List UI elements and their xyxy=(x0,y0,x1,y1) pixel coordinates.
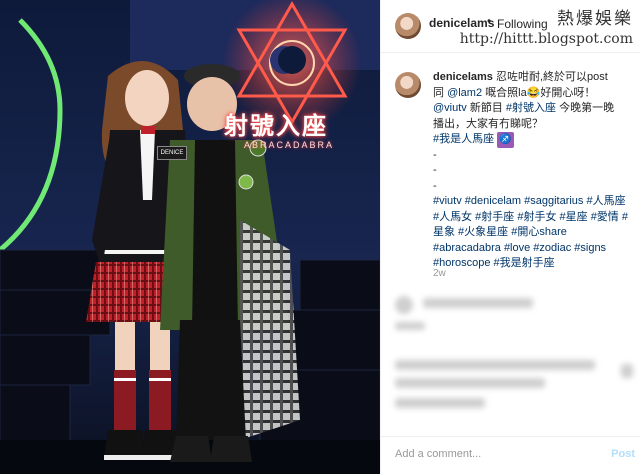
caption-dash: - xyxy=(433,179,437,192)
caption-dash: - xyxy=(433,148,437,161)
mention-viutv[interactable]: @viutv xyxy=(433,102,467,114)
watermark-title: 熱爆娛樂 xyxy=(557,9,633,29)
blurred-comment-text xyxy=(395,378,545,388)
post-photo[interactable]: 射號入座 ABRACADABRA DENICE xyxy=(0,0,380,474)
caption-line2-post: 嘅合照la😂好開心呀！ xyxy=(482,86,596,99)
post-side-panel: denicelams • Following 熱爆娛樂 http://hittt… xyxy=(380,0,640,474)
blurred-comment-icon xyxy=(621,364,633,378)
photo-scene xyxy=(0,0,380,474)
watermark-url: http://hittt.blogspot.com xyxy=(459,31,633,47)
blurred-comment-text xyxy=(423,298,533,308)
caption-line2-pre: 同 xyxy=(433,86,448,99)
post-button[interactable]: Post xyxy=(611,448,635,460)
show-subtitle-sign: ABRACADABRA xyxy=(244,140,335,150)
mention-lam2[interactable]: @lam2 xyxy=(447,87,482,99)
caption-dash: - xyxy=(433,164,437,176)
show-title-sign: 射號入座 xyxy=(224,111,328,140)
hashtag-main[interactable]: #我是人馬座 xyxy=(433,133,494,145)
blurred-comment-text xyxy=(395,360,595,370)
hashtag-show[interactable]: #射號入座 xyxy=(506,102,556,114)
post-caption: denicelams 忍咗咁耐,終於可以post 同 @lam2 嘅合照la😂好… xyxy=(433,70,633,272)
name-tag: DENICE xyxy=(157,146,187,160)
comment-input[interactable]: Add a comment... xyxy=(395,448,481,460)
caption-line4: 播出，大家有冇睇呢？ xyxy=(433,117,543,130)
post-age: 2w xyxy=(433,268,446,279)
caption-username[interactable]: denicelams xyxy=(433,71,493,83)
caption-line1: 忍咗咁耐,終於可以post xyxy=(495,71,608,83)
post-header: denicelams • Following 熱爆娛樂 http://hittt… xyxy=(381,0,640,53)
caption-line3-post: 今晚第一晚 xyxy=(556,102,615,114)
avatar[interactable] xyxy=(395,13,421,39)
hashtag-list[interactable]: #viutv #denicelam #saggitarius #人馬座 #人馬女… xyxy=(433,195,628,269)
watermark: 熱爆娛樂 http://hittt.blogspot.com xyxy=(460,4,633,47)
blurred-comment-text xyxy=(395,398,485,408)
caption-line3-text: 新節目 xyxy=(466,102,506,114)
sagittarius-icon: ♐ xyxy=(497,132,514,148)
comment-box: Add a comment... Post xyxy=(381,436,640,475)
blurred-comment-avatar xyxy=(395,296,413,314)
caption-avatar[interactable] xyxy=(395,72,421,98)
blurred-comment-text xyxy=(395,322,425,330)
